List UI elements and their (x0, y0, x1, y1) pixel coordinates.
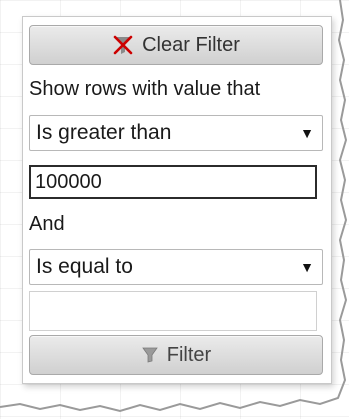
clear-filter-button[interactable]: Clear Filter (29, 25, 323, 65)
dropdown-arrow-icon: ▼ (300, 125, 314, 141)
clear-filter-label: Clear Filter (142, 33, 240, 56)
filter-label: Filter (166, 343, 212, 366)
dropdown-arrow-icon: ▼ (300, 259, 314, 275)
value1-input[interactable]: 100000 (29, 165, 317, 199)
value1-text: 100000 (35, 170, 102, 193)
condition1-select[interactable]: Is greater than ▼ (29, 115, 323, 151)
clear-filter-icon (112, 34, 134, 56)
condition1-selected-value: Is greater than (36, 121, 172, 144)
funnel-icon (141, 346, 159, 364)
value2-input[interactable] (29, 291, 317, 331)
filter-popup: Clear Filter Show rows with value that I… (22, 16, 332, 384)
instruction-label: Show rows with value that (29, 78, 261, 100)
conjunction-label: And (29, 213, 65, 235)
condition2-selected-value: Is equal to (36, 255, 133, 278)
condition2-select[interactable]: Is equal to ▼ (29, 249, 323, 285)
filter-button[interactable]: Filter (29, 335, 323, 375)
